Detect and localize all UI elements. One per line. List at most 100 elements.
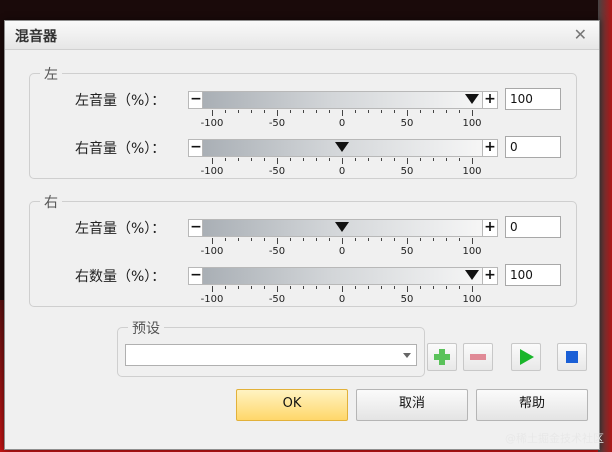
scale-tick [368, 110, 369, 113]
scale-tick [381, 110, 382, 113]
scale-tick-label: 100 [462, 246, 482, 257]
scale-tick [264, 238, 265, 241]
scale-tick [394, 158, 395, 161]
scale-tick [316, 238, 317, 241]
slider-thumb[interactable] [335, 142, 349, 152]
scale-tick [303, 238, 304, 241]
scale-tick [212, 286, 213, 292]
scale-tick [290, 158, 291, 161]
volume-label: 左音量（%）： [75, 93, 166, 109]
scale-tick [459, 238, 460, 241]
increase-button[interactable]: + [482, 219, 498, 237]
scale-tick-label: 0 [338, 118, 346, 129]
scale-tick [277, 110, 278, 116]
volume-label: 右音量（%）： [75, 141, 166, 157]
scale-tick [238, 286, 239, 289]
scale-tick-label: 100 [462, 166, 482, 177]
watermark: @稀土掘金技术社区 [505, 432, 604, 445]
scale-tick [342, 286, 343, 292]
scale-tick-label: 50 [400, 166, 414, 177]
increase-button[interactable]: + [482, 139, 498, 157]
slider-thumb[interactable] [335, 222, 349, 232]
stop-button[interactable] [557, 343, 587, 371]
scale-tick [472, 286, 473, 292]
scale-tick [290, 238, 291, 241]
volume-value-input[interactable]: 0 [505, 136, 561, 158]
scale-tick-label: -100 [200, 166, 224, 177]
scale-tick [316, 110, 317, 113]
volume-slider[interactable]: − + [188, 265, 498, 285]
scale-tick [329, 238, 330, 241]
volume-slider[interactable]: − + [188, 89, 498, 109]
increase-button[interactable]: + [482, 91, 498, 109]
scale-tick [433, 110, 434, 113]
scale-tick [459, 110, 460, 113]
scale-tick-label: 0 [338, 166, 346, 177]
scale-tick [368, 286, 369, 289]
scale-tick [225, 110, 226, 113]
volume-value-input[interactable]: 0 [505, 216, 561, 238]
scale-tick-label: -100 [200, 246, 224, 257]
preset-select[interactable] [125, 344, 417, 366]
scale-tick-label: 50 [400, 294, 414, 305]
slider-thumb[interactable] [465, 270, 479, 280]
scale-tick [212, 238, 213, 244]
scale-tick [225, 158, 226, 161]
volume-label: 右数量（%）： [75, 269, 166, 285]
scale-tick [277, 158, 278, 164]
slider-track[interactable] [202, 91, 484, 109]
scale-tick [459, 286, 460, 289]
scale-tick [212, 158, 213, 164]
scale-tick [316, 158, 317, 161]
scale-tick [277, 238, 278, 244]
scale-tick [420, 238, 421, 241]
increase-button[interactable]: + [482, 267, 498, 285]
volume-value-input[interactable]: 100 [505, 88, 561, 110]
add-preset-button[interactable] [427, 343, 457, 371]
plus-icon [434, 349, 450, 365]
scale-tick [342, 158, 343, 164]
chevron-down-icon [403, 353, 411, 358]
scale-tick [303, 158, 304, 161]
play-button[interactable] [511, 343, 541, 371]
volume-slider[interactable]: − + [188, 137, 498, 157]
slider-track[interactable] [202, 267, 484, 285]
scale-tick [290, 286, 291, 289]
scale-tick [433, 286, 434, 289]
scale-tick [381, 286, 382, 289]
preset-label: 预设 [128, 318, 164, 338]
scale-tick [472, 238, 473, 244]
scale-tick-label: -100 [200, 118, 224, 129]
scale-tick [433, 158, 434, 161]
scale-tick [251, 286, 252, 289]
scale-tick [329, 110, 330, 113]
scale-tick [420, 110, 421, 113]
scale-tick [238, 158, 239, 161]
scale-tick [368, 238, 369, 241]
scale-tick [329, 158, 330, 161]
volume-slider[interactable]: − + [188, 217, 498, 237]
scale-tick-label: -100 [200, 294, 224, 305]
slider-scale: -100 -50 0 50 100 [188, 158, 498, 178]
scale-tick [355, 238, 356, 241]
scale-tick [355, 158, 356, 161]
scale-tick [355, 286, 356, 289]
scale-tick [472, 110, 473, 116]
scale-tick [264, 158, 265, 161]
scale-tick [446, 238, 447, 241]
scale-tick [251, 238, 252, 241]
volume-value-input[interactable]: 100 [505, 264, 561, 286]
scale-tick [420, 158, 421, 161]
close-icon[interactable]: ✕ [574, 25, 587, 44]
scale-tick-label: -50 [268, 118, 286, 129]
help-button[interactable]: 帮助 [476, 389, 588, 421]
scale-tick [329, 286, 330, 289]
cancel-button[interactable]: 取消 [356, 389, 468, 421]
ok-button[interactable]: OK [236, 389, 348, 421]
dialog-title: 混音器 [15, 29, 57, 45]
scale-tick [394, 286, 395, 289]
scale-tick-label: 0 [338, 294, 346, 305]
remove-preset-button[interactable] [463, 343, 493, 371]
slider-thumb[interactable] [465, 94, 479, 104]
title-bar: 混音器 ✕ [5, 21, 599, 50]
